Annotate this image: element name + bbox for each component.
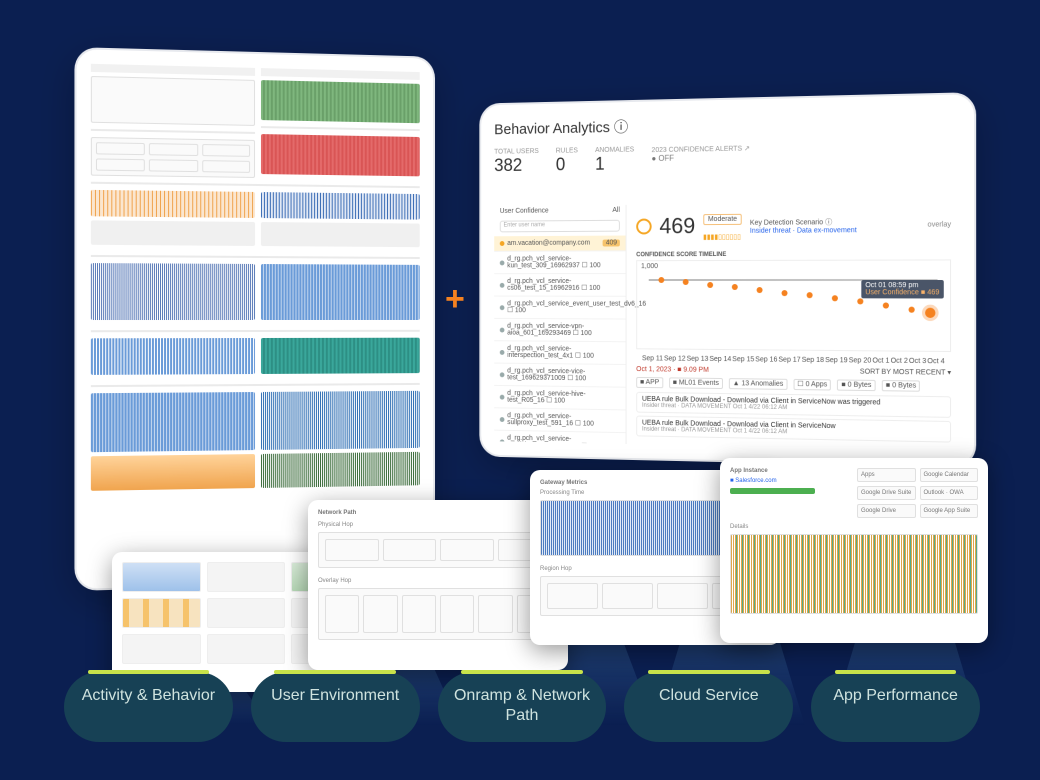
pill-activity-behavior[interactable]: Activity & Behavior — [64, 672, 233, 742]
list-item[interactable]: d_rg.pch_vcl_service-provisioner_test_27… — [494, 431, 625, 451]
sidebar-header: User Confidence — [500, 208, 549, 215]
pill-cloud-service[interactable]: Cloud Service — [624, 672, 793, 742]
confidence-score: 469 — [659, 213, 695, 239]
gear-icon[interactable] — [636, 219, 651, 235]
stat-row: TOTAL USERS382 RULES0 ANOMALIES1 2023 CO… — [494, 141, 959, 176]
alert-card[interactable]: UEBA rule Bulk Download - Download via C… — [636, 416, 951, 443]
chip[interactable]: ■ 0 Bytes — [837, 379, 875, 391]
behavior-analytics-board: Behavior Analytics ⓘ TOTAL USERS382 RULE… — [481, 94, 974, 466]
combine-plus-icon: + — [445, 280, 465, 319]
analytics-main: 469 Moderate ▮▮▮▮▯▯▯▯▯▯ Key Detection Sc… — [636, 202, 959, 451]
user-confidence-sidebar: User Confidence All Enter user name am.v… — [494, 205, 626, 444]
overlay-toggle[interactable]: overlay — [928, 221, 951, 228]
sort-link[interactable]: SORT BY MOST RECENT ▾ — [860, 369, 951, 377]
category-pill-row: Activity & Behavior User Environment Onr… — [64, 672, 980, 742]
chart-tooltip: Oct 01 08:59 pm User Confidence ■ 469 — [861, 280, 943, 299]
chip[interactable]: ■ ML01 Events — [669, 377, 723, 389]
alert-card[interactable]: UEBA rule Bulk Download - Download via C… — [636, 392, 951, 418]
filter-chip-row: ■ APP ■ ML01 Events ▲ 13 Anomalies ☐ 0 A… — [636, 377, 951, 392]
search-input[interactable]: Enter user name — [500, 220, 620, 233]
list-item[interactable]: d_rg.pch_vcl_service-interspection_test_… — [494, 341, 625, 365]
timestamp: Oct 1, 2023 · ■ 9.09 PM — [636, 366, 709, 374]
list-item[interactable]: am.vacation@company.com 409 — [494, 236, 625, 252]
sidebar-filter[interactable]: All — [612, 207, 619, 214]
list-item[interactable]: d_rg.pch_vcl_service-cs06_test_15_169629… — [494, 274, 625, 297]
page-title: Behavior Analytics ⓘ — [494, 109, 959, 139]
pill-user-environment[interactable]: User Environment — [251, 672, 420, 742]
mini-card-network-path: Network Path Physical Hop Overlay Hop — [308, 500, 568, 670]
chip[interactable]: ■ 0 Bytes — [882, 380, 921, 392]
list-item[interactable]: d_rg.pch_vcl_service-vpn-aioa_601_169293… — [494, 319, 625, 342]
list-item[interactable]: d_rg.pch_vcl_service-sullproxy_test_591_… — [494, 408, 625, 433]
list-item[interactable]: d_rg.pch_vcl_service-hive-test_R05_16 ☐ … — [494, 386, 625, 411]
sparkline — [122, 562, 201, 592]
chip[interactable]: ■ APP — [636, 377, 663, 388]
list-item[interactable]: d_rg.pch_vcl_service_event_user_test_dv6… — [494, 297, 625, 320]
confidence-timeline-chart[interactable]: 1,000 Oct 01 08:59 pm User Confidence ■ … — [636, 259, 951, 352]
chip[interactable]: ☐ 0 Apps — [793, 379, 831, 391]
risk-pill: Moderate — [703, 214, 742, 225]
chart-xaxis: Sep 11Sep 12 Sep 13Sep 14 Sep 15Sep 16 S… — [636, 355, 951, 365]
pill-app-performance[interactable]: App Performance — [811, 672, 980, 742]
pill-onramp-network[interactable]: Onramp & Network Path — [438, 672, 607, 742]
chip[interactable]: ▲ 13 Anomalies — [729, 378, 788, 390]
list-item[interactable]: d_rg.pch_vcl_service-vice-test_169629371… — [494, 364, 625, 388]
mini-card-app-performance: App Instance ■ Salesforce.com AppsGoogle… — [720, 458, 988, 643]
list-item[interactable]: d_rg.pch_vcl_service-kun_test_309_169629… — [494, 251, 625, 274]
chart-title: CONFIDENCE SCORE TIMELINE — [636, 251, 951, 258]
